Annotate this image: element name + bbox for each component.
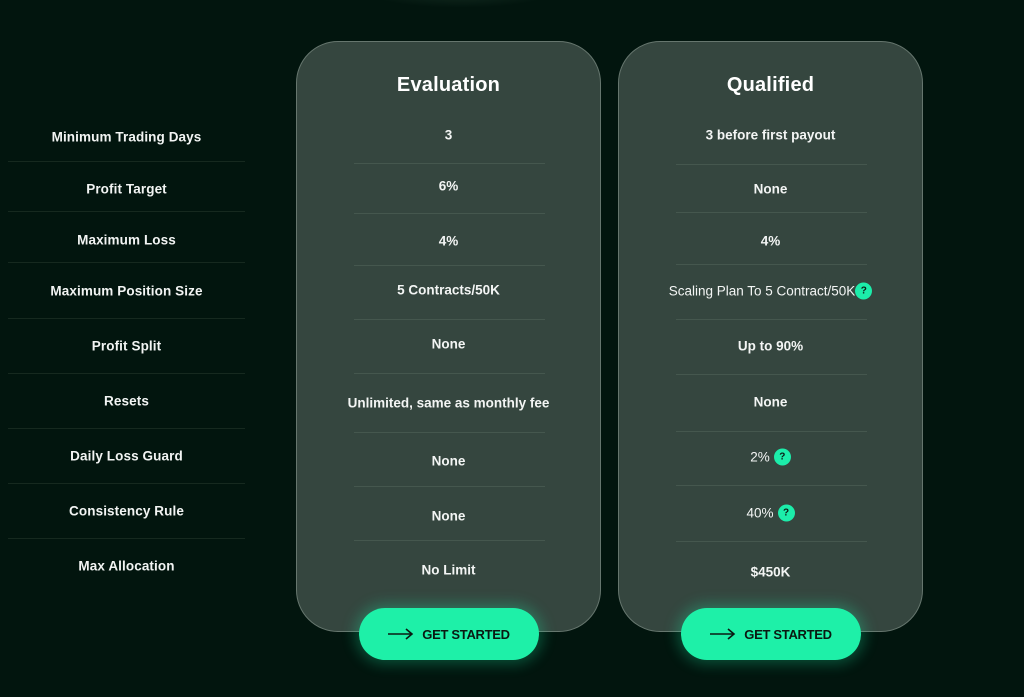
plan-title: Qualified (726, 74, 815, 96)
divider (676, 431, 867, 432)
divider (676, 374, 867, 375)
value-daily-loss-guard: None (431, 453, 466, 469)
divider (8, 428, 245, 429)
row-label-maximum-loss: Maximum Loss (77, 232, 176, 248)
button-label: GET STARTED (422, 626, 510, 642)
value-consistency-rule: None (431, 508, 466, 524)
row-label-profit-target: Profit Target (86, 181, 167, 197)
row-label-daily-loss-guard: Daily Loss Guard (70, 448, 183, 464)
divider (8, 161, 245, 162)
divider (354, 213, 545, 214)
value-profit-target: None (753, 181, 788, 197)
arrow-right-icon (388, 628, 414, 640)
divider (354, 319, 545, 320)
value-consistency-rule: 40% ? (619, 504, 922, 522)
divider (676, 485, 867, 486)
value-maximum-loss: 4% (438, 233, 459, 249)
divider (354, 432, 545, 433)
value-profit-split: None (431, 336, 466, 352)
arrow-right-icon (710, 628, 736, 640)
divider (354, 373, 545, 374)
divider (676, 212, 867, 213)
button-label: GET STARTED (744, 626, 832, 642)
divider (354, 265, 545, 266)
value-profit-split: Up to 90% (737, 338, 804, 354)
row-label-resets: Resets (104, 393, 149, 409)
row-label-maximum-position-size: Maximum Position Size (50, 283, 203, 299)
divider (8, 262, 245, 263)
decorative-glow (360, 0, 560, 8)
value-text: 40% (746, 505, 774, 521)
divider (8, 211, 245, 212)
divider (676, 319, 867, 320)
row-label-max-allocation: Max Allocation (78, 558, 175, 574)
divider (676, 541, 867, 542)
divider (8, 538, 245, 539)
plan-card-evaluation: Evaluation 3 6% 4% 5 Contracts/50K None … (296, 41, 601, 632)
value-profit-target: 6% (438, 178, 459, 194)
help-icon[interactable]: ? (773, 448, 791, 466)
value-maximum-position-size: Scaling Plan To 5 Contract/50K ? (619, 282, 922, 300)
divider (354, 163, 545, 164)
divider (8, 373, 245, 374)
value-text: 2% (750, 449, 770, 465)
value-max-allocation: $450K (750, 564, 791, 580)
plan-title: Evaluation (396, 74, 501, 96)
value-max-allocation: No Limit (421, 562, 476, 578)
value-text: Scaling Plan To 5 Contract/50K (668, 283, 856, 299)
value-minimum-trading-days: 3 (444, 127, 453, 143)
divider (8, 483, 245, 484)
get-started-button-qualified[interactable]: GET STARTED (681, 608, 861, 660)
help-icon[interactable]: ? (855, 282, 873, 300)
plan-card-qualified: Qualified 3 before first payout None 4% … (618, 41, 923, 632)
value-resets: None (753, 394, 788, 410)
value-maximum-position-size: 5 Contracts/50K (397, 282, 500, 298)
help-icon[interactable]: ? (777, 504, 795, 522)
divider (354, 486, 545, 487)
get-started-button-evaluation[interactable]: GET STARTED (359, 608, 539, 660)
row-label-profit-split: Profit Split (91, 338, 162, 354)
value-minimum-trading-days: 3 before first payout (705, 127, 836, 143)
divider (676, 164, 867, 165)
divider (676, 264, 867, 265)
divider (8, 318, 245, 319)
row-label-consistency-rule: Consistency Rule (69, 503, 184, 519)
divider (354, 540, 545, 541)
row-label-minimum-trading-days: Minimum Trading Days (51, 129, 202, 145)
value-resets: Unlimited, same as monthly fee (347, 395, 550, 411)
value-maximum-loss: 4% (760, 233, 781, 249)
value-daily-loss-guard: 2% ? (619, 448, 922, 466)
